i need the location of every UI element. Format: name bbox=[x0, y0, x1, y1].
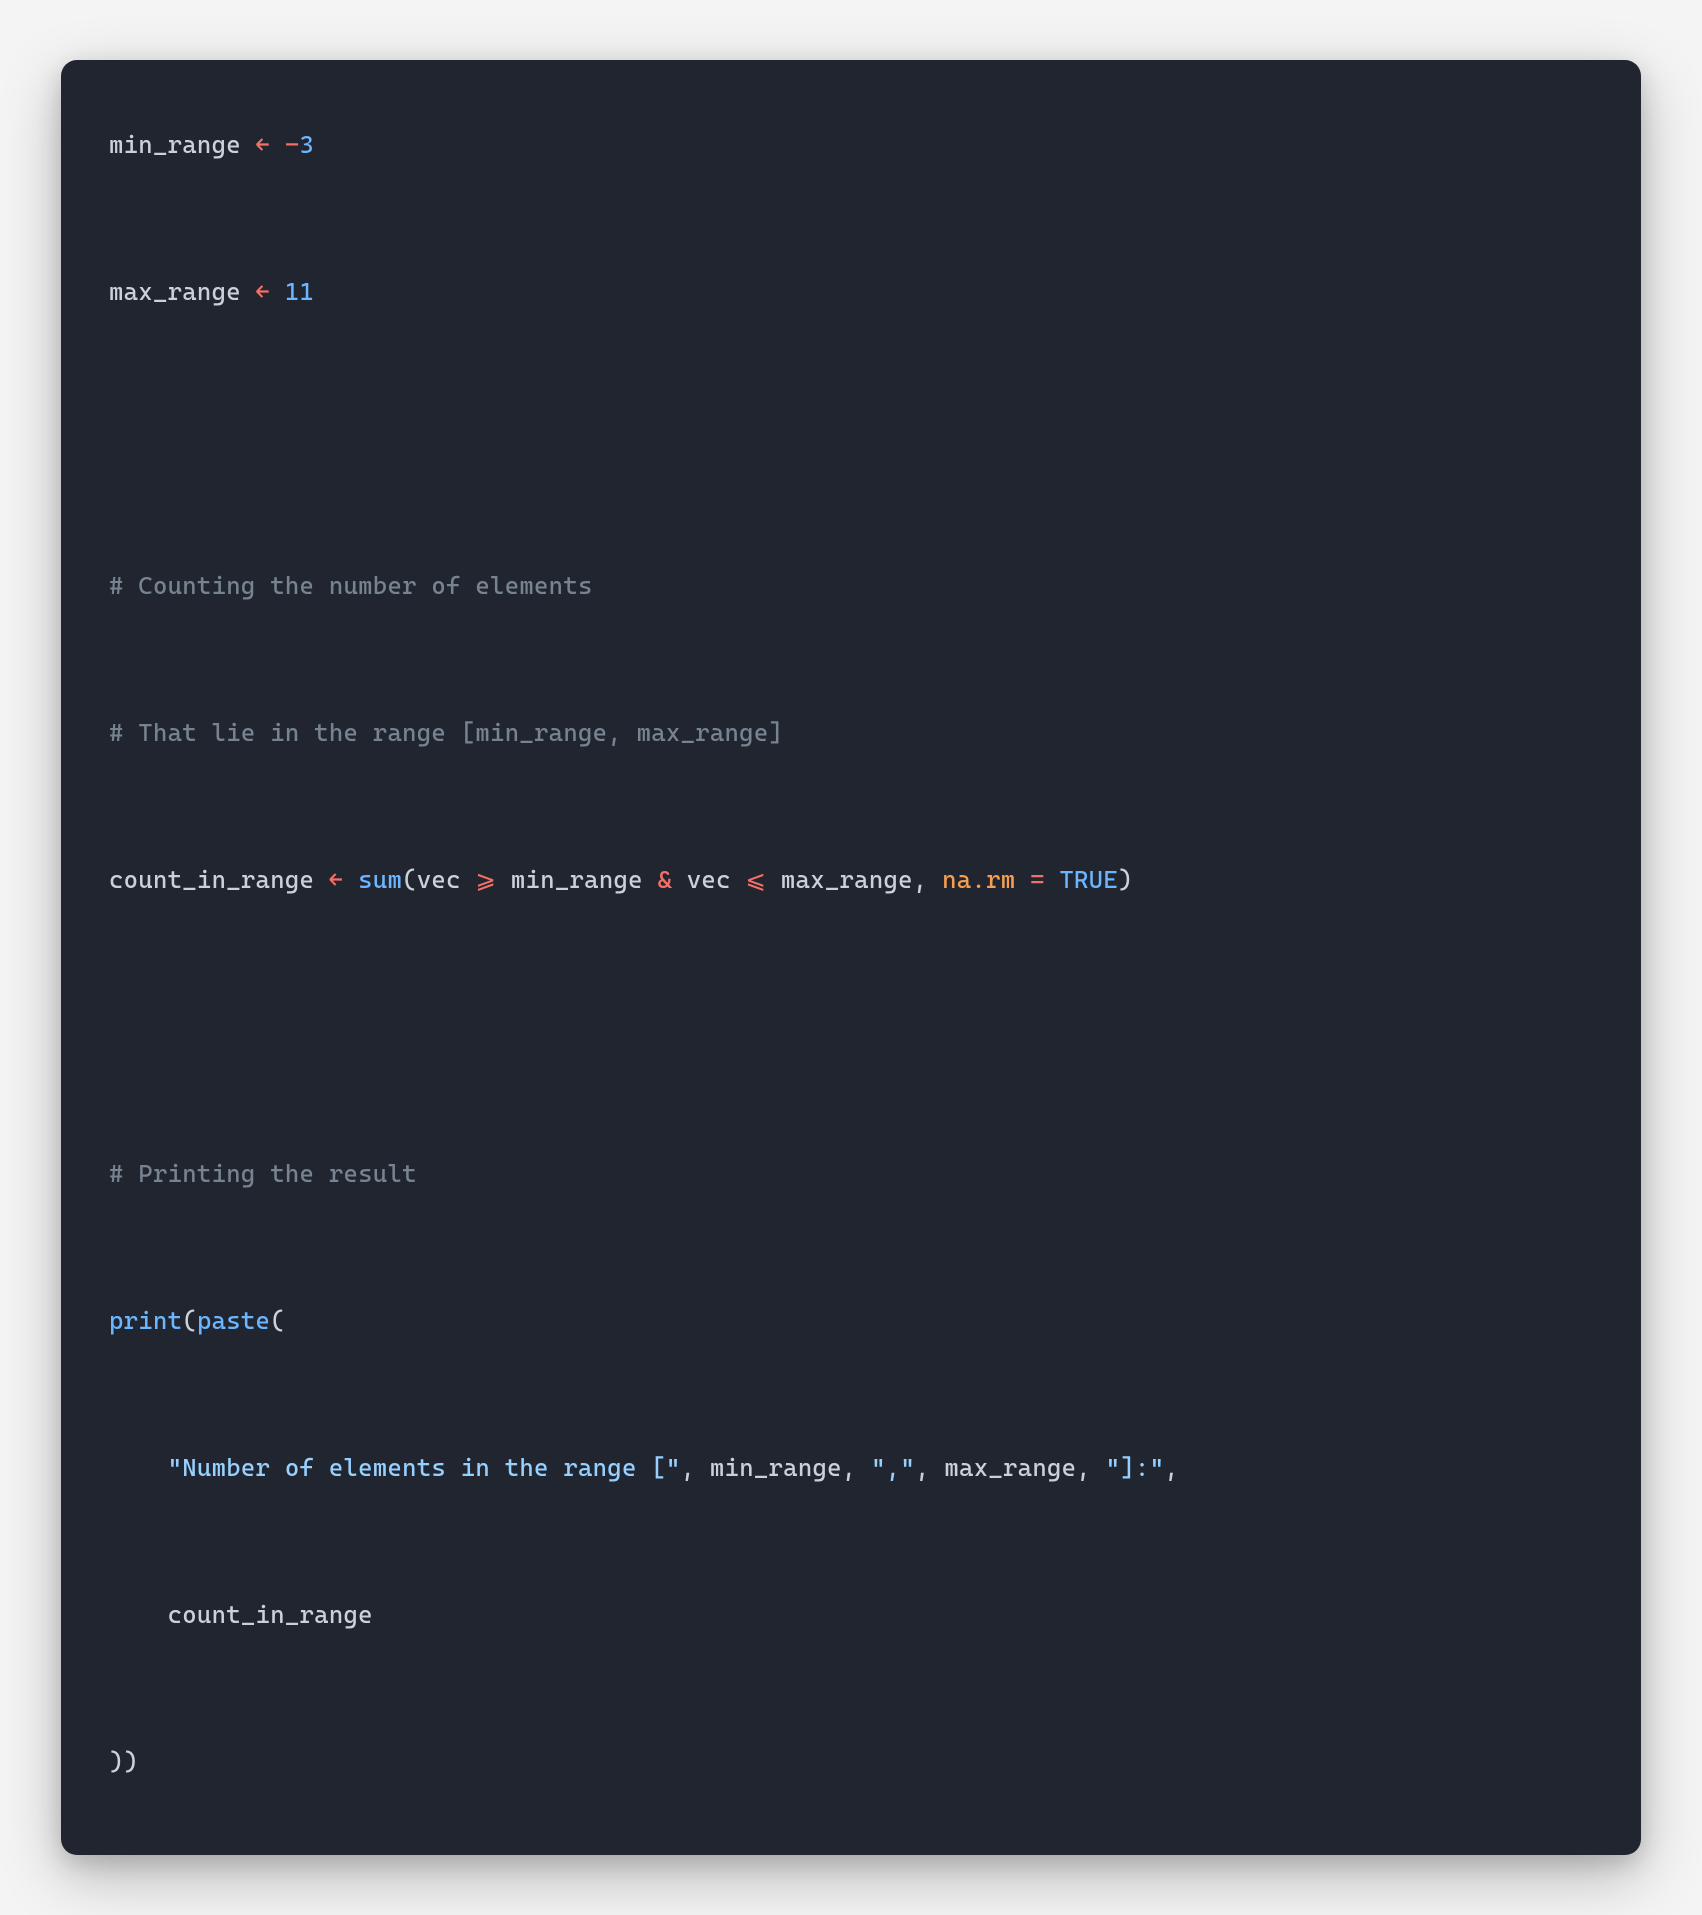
code-punct: )) bbox=[109, 1747, 138, 1776]
code-identifier: max_range bbox=[781, 865, 913, 894]
code-punct: ( bbox=[182, 1306, 197, 1335]
code-punct: ( bbox=[402, 865, 417, 894]
code-operator: ⩽ bbox=[745, 865, 766, 894]
code-function: print bbox=[109, 1306, 182, 1335]
code-operator: ⩾ bbox=[475, 865, 496, 894]
code-identifier: count_in_range bbox=[109, 865, 314, 894]
code-negative-sign: - bbox=[285, 130, 300, 159]
code-operator: & bbox=[657, 865, 672, 894]
code-identifier: max_range bbox=[944, 1453, 1076, 1482]
code-identifier: vec bbox=[687, 865, 731, 894]
code-identifier: count_in_range bbox=[168, 1600, 373, 1629]
code-identifier: max_range bbox=[109, 277, 241, 306]
code-comment: # Counting the number of elements bbox=[109, 571, 593, 600]
code-comment: # Printing the result bbox=[109, 1159, 417, 1188]
code-identifier: min_range bbox=[710, 1453, 842, 1482]
code-number: 3 bbox=[300, 130, 315, 159]
code-function: sum bbox=[358, 865, 402, 894]
code-string: "Number of elements in the range [" bbox=[168, 1453, 681, 1482]
code-comment: # That lie in the range [min_range, max_… bbox=[109, 718, 783, 747]
code-parameter: na.rm bbox=[942, 865, 1015, 894]
code-string: "]:" bbox=[1106, 1453, 1165, 1482]
code-identifier: vec bbox=[417, 865, 461, 894]
code-assign-op: ← bbox=[256, 130, 271, 159]
code-assign-op: ← bbox=[256, 277, 271, 306]
code-function: paste bbox=[197, 1306, 270, 1335]
code-punct: , bbox=[1076, 1453, 1091, 1482]
code-identifier: min_range bbox=[109, 130, 241, 159]
code-snippet-card: min_range ← -3 max_range ← 11 # Counting… bbox=[61, 60, 1641, 1855]
code-punct: ( bbox=[270, 1306, 285, 1335]
code-punct: , bbox=[1164, 1453, 1179, 1482]
code-identifier: min_range bbox=[511, 865, 643, 894]
code-string: "," bbox=[871, 1453, 915, 1482]
code-punct: , bbox=[681, 1453, 696, 1482]
code-operator: = bbox=[1030, 865, 1045, 894]
code-punct: , bbox=[915, 1453, 930, 1482]
code-boolean: TRUE bbox=[1059, 865, 1118, 894]
code-punct: , bbox=[913, 865, 928, 894]
code-block: min_range ← -3 max_range ← 11 # Counting… bbox=[109, 108, 1593, 1799]
code-assign-op: ← bbox=[329, 865, 344, 894]
code-punct: , bbox=[842, 1453, 857, 1482]
code-punct: ) bbox=[1118, 865, 1133, 894]
code-number: 11 bbox=[285, 277, 314, 306]
